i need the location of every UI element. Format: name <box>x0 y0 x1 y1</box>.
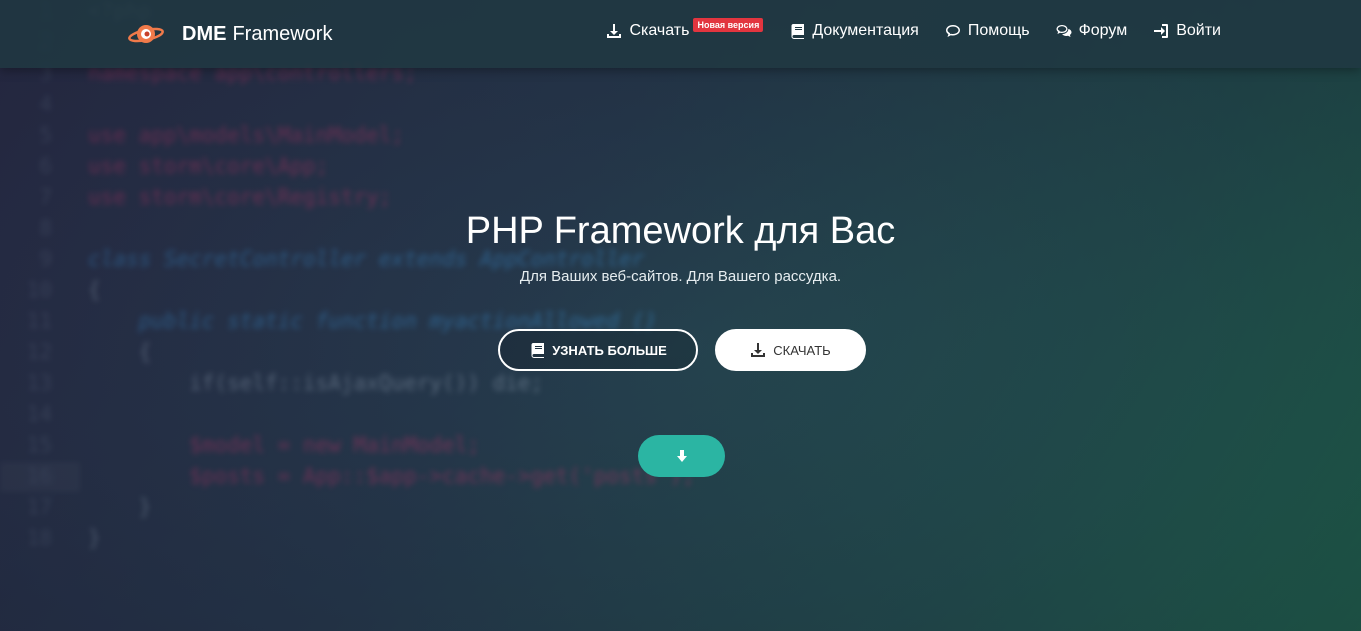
code-line: 18} <box>0 523 101 554</box>
comments-icon <box>1056 25 1072 37</box>
book-icon <box>791 24 805 39</box>
code-line-text: use storm\core\App; <box>88 154 329 178</box>
code-line-text: $posts = App::$app->cache->get('posts'); <box>88 464 695 488</box>
code-line-text: use app\models\MainModel; <box>88 123 405 147</box>
code-line: 6 use storm\core\App; <box>0 151 328 182</box>
code-line-number: 18 <box>26 526 52 550</box>
nav-login-label: Войти <box>1176 22 1221 39</box>
nav-help-label: Помощь <box>967 22 1030 39</box>
code-line: 5 use app\models\MainModel; <box>0 120 404 151</box>
brand-link[interactable]: DME Framework <box>128 18 332 50</box>
brand-name-bold: DME <box>182 22 227 45</box>
new-version-badge: Новая версия <box>693 18 764 32</box>
code-line-number: 6 <box>39 154 52 178</box>
code-line: 7 use storm\core\Registry; <box>0 182 391 213</box>
code-line-number: 5 <box>39 123 52 147</box>
learn-more-button[interactable]: УЗНАТЬ БОЛЬШЕ <box>498 329 698 371</box>
nav-help[interactable]: Помощь <box>945 22 1030 40</box>
download-icon <box>607 24 622 38</box>
code-line-text: use storm\core\Registry; <box>88 185 392 209</box>
nav-forum-label: Форум <box>1078 22 1128 39</box>
code-background: 1<?php23namespace app\controllers;45use … <box>0 0 1361 631</box>
comment-icon <box>945 25 960 37</box>
code-line-number: 15 <box>26 433 52 457</box>
planet-logo-icon <box>128 25 164 43</box>
current-line-highlight <box>0 462 80 492</box>
download-icon <box>751 343 766 357</box>
code-line-text: $model = new MainModel; <box>88 433 480 457</box>
code-line: 12 { <box>0 337 152 368</box>
code-line: 17 } <box>0 492 152 523</box>
nav-download-label: Скачать <box>629 22 690 39</box>
code-line-number: 14 <box>26 402 52 426</box>
brand-name-rest: Framework <box>232 22 333 45</box>
download-button[interactable]: СКАЧАТЬ <box>715 329 866 371</box>
nav-login[interactable]: Войти <box>1153 22 1221 40</box>
nav-forum[interactable]: Форум <box>1056 22 1128 40</box>
code-line-number: 13 <box>26 371 52 395</box>
code-line-number: 4 <box>39 92 52 116</box>
nav-documentation-label: Документация <box>812 22 919 39</box>
code-line: 14 <box>0 399 88 430</box>
download-label: СКАЧАТЬ <box>773 342 831 358</box>
code-line-number: 7 <box>39 185 52 209</box>
nav-documentation[interactable]: Документация <box>789 22 919 40</box>
code-line-number: 17 <box>26 495 52 519</box>
book-icon <box>531 343 545 358</box>
main-nav: Скачать Новая версия Документация Помощь… <box>606 18 1221 40</box>
code-line-number: 11 <box>26 309 52 333</box>
arrow-down-icon <box>676 450 687 462</box>
hero-subtitle: Для Ваших веб-сайтов. Для Вашего рассудк… <box>519 268 842 285</box>
vignette <box>0 0 1361 631</box>
code-line: 13 if(self::isAjaxQuery()) die; <box>0 368 543 399</box>
code-line: 4 <box>0 89 88 120</box>
code-line: 15 $model = new MainModel; <box>0 430 480 461</box>
navbar: DME Framework Скачать Новая версия Докум… <box>0 0 1361 68</box>
nav-download[interactable]: Скачать Новая версия <box>606 18 764 40</box>
code-line-number: 16 <box>26 464 52 488</box>
code-line-text: { <box>88 340 152 364</box>
code-line: 16 $posts = App::$app->cache->get('posts… <box>0 461 695 492</box>
scroll-down-button[interactable] <box>638 435 725 477</box>
code-line-text: if(self::isAjaxQuery()) die; <box>88 371 544 395</box>
learn-more-label: УЗНАТЬ БОЛЬШЕ <box>552 342 667 358</box>
code-line-number: 12 <box>26 340 52 364</box>
hero-title: PHP Framework для Вас <box>465 210 896 252</box>
code-line-text: } <box>88 526 101 550</box>
sign-in-icon <box>1154 24 1169 38</box>
code-line-text: } <box>88 495 152 519</box>
